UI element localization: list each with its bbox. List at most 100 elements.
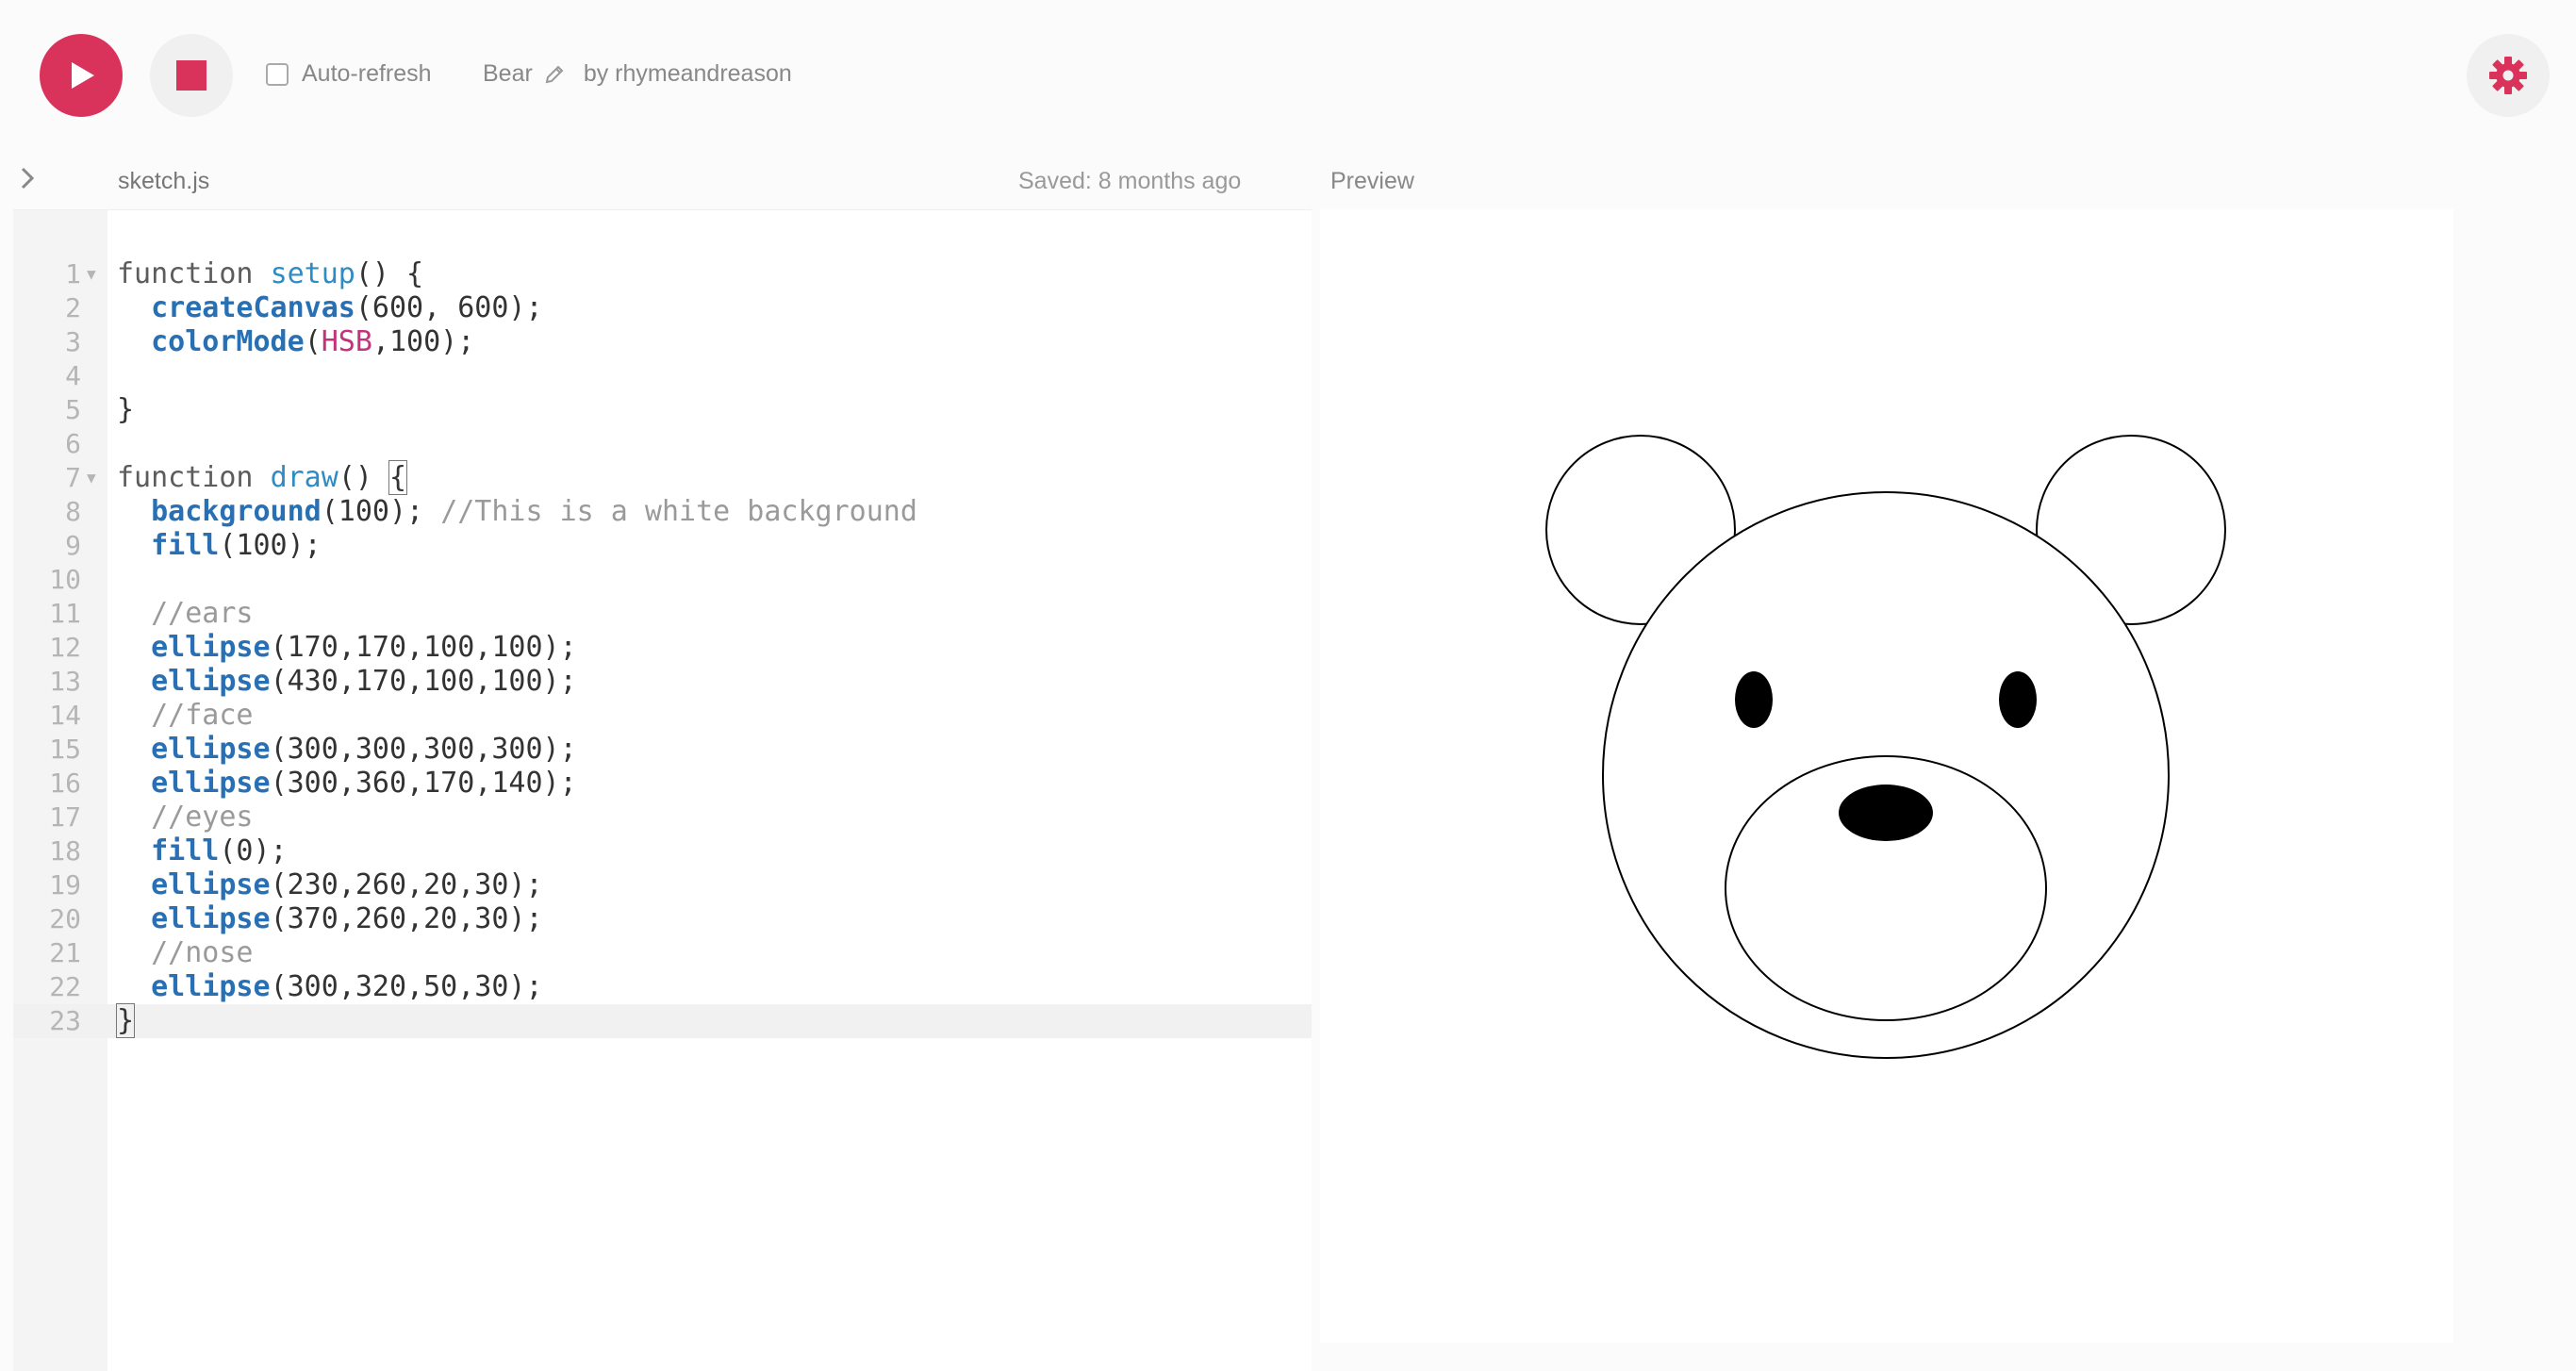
line-number: 15: [49, 734, 81, 765]
line-number: 7: [65, 462, 81, 493]
code-text: ellipse(300,360,170,140);: [117, 767, 577, 801]
stop-icon: [176, 60, 206, 91]
code-line[interactable]: 12 ellipse(170,170,100,100);: [13, 631, 1312, 665]
code-token: (230,260,20,30);: [270, 868, 543, 901]
code-text: //ears: [117, 597, 253, 631]
auto-refresh-toggle[interactable]: Auto-refresh: [266, 60, 432, 88]
line-number: 12: [49, 632, 81, 663]
preview-canvas[interactable]: [1320, 209, 2453, 1343]
code-text: ellipse(430,170,100,100);: [117, 665, 577, 699]
code-token: function: [117, 461, 271, 494]
code-line[interactable]: 18 fill(0);: [13, 834, 1312, 868]
sketch-name[interactable]: Bear: [483, 60, 533, 88]
auto-refresh-checkbox[interactable]: [266, 62, 289, 86]
line-number: 11: [49, 598, 81, 629]
code-token: ellipse: [151, 733, 271, 766]
code-line[interactable]: 4: [13, 359, 1312, 393]
saved-status: Saved: 8 months ago: [1018, 168, 1242, 194]
line-number: 6: [65, 428, 81, 459]
code-line[interactable]: 14 //face: [13, 699, 1312, 733]
code-line[interactable]: 3 colorMode(HSB,100);: [13, 325, 1312, 359]
code-line[interactable]: 10: [13, 563, 1312, 597]
fold-arrow-icon[interactable]: ▼: [87, 257, 96, 291]
code-line[interactable]: 5}: [13, 393, 1312, 427]
code-line[interactable]: 6: [13, 427, 1312, 461]
line-number: 3: [65, 326, 81, 357]
code-token: (170,170,100,100);: [270, 631, 577, 664]
line-number: 10: [49, 564, 81, 595]
bear-drawing: [1545, 435, 2226, 1059]
code-line[interactable]: 20 ellipse(370,260,20,30);: [13, 902, 1312, 936]
code-token: (300,300,300,300);: [270, 733, 577, 766]
code-line[interactable]: 2 createCanvas(600, 600);: [13, 291, 1312, 325]
code-line[interactable]: 7 ▼ function draw() {: [13, 460, 1312, 495]
line-number: 4: [65, 360, 81, 391]
chevron-right-icon[interactable]: [17, 164, 40, 192]
line-number: 9: [65, 530, 81, 561]
code-line[interactable]: 1 ▼ function setup() {: [13, 257, 1312, 291]
file-tab[interactable]: sketch.js: [118, 168, 209, 195]
line-number: 20: [49, 903, 81, 934]
code-token: ,100);: [372, 325, 475, 358]
line-number: 13: [49, 666, 81, 697]
code-text: createCanvas(600, 600);: [117, 291, 543, 325]
code-token: }: [115, 1003, 136, 1038]
code-line[interactable]: 21 //nose: [13, 936, 1312, 970]
code-text: //face: [117, 699, 253, 733]
code-token: (600, 600);: [355, 291, 543, 324]
code-text: }: [117, 393, 134, 427]
sketch-title: Bear by rhymeandreason: [483, 60, 792, 88]
code-text: colorMode(HSB,100);: [117, 325, 474, 359]
code-token: setup: [270, 257, 355, 290]
code-text: ellipse(230,260,20,30);: [117, 868, 543, 902]
code-line[interactable]: 19 ellipse(230,260,20,30);: [13, 868, 1312, 902]
pencil-icon[interactable]: [544, 64, 565, 85]
code-token: ellipse: [151, 767, 271, 800]
line-number: 22: [49, 971, 81, 1002]
sketch-author[interactable]: by rhymeandreason: [584, 60, 792, 88]
code-token: fill: [151, 834, 220, 867]
fold-arrow-icon[interactable]: ▼: [87, 461, 96, 495]
auto-refresh-label: Auto-refresh: [302, 60, 432, 87]
code-line[interactable]: 22 ellipse(300,320,50,30);: [13, 970, 1312, 1004]
line-number: 8: [65, 496, 81, 527]
nose: [1839, 785, 1933, 841]
code-line[interactable]: 16 ellipse(300,360,170,140);: [13, 767, 1312, 801]
code-token: ellipse: [151, 868, 271, 901]
code-token: (300,320,50,30);: [270, 970, 543, 1003]
play-button[interactable]: [40, 34, 123, 117]
code-line[interactable]: 11 //ears: [13, 597, 1312, 631]
code-line[interactable]: 9 fill(100);: [13, 529, 1312, 563]
code-line[interactable]: 13 ellipse(430,170,100,100);: [13, 665, 1312, 699]
left-eye: [1735, 671, 1773, 728]
code-line[interactable]: 8 background(100); //This is a white bac…: [13, 495, 1312, 529]
code-editor[interactable]: 1 ▼ function setup() {2 createCanvas(600, …: [13, 209, 1312, 1371]
code-token: (300,360,170,140);: [270, 767, 577, 800]
play-icon: [72, 62, 94, 89]
code-line[interactable]: 15 ellipse(300,300,300,300);: [13, 733, 1312, 767]
code-text: //eyes: [117, 801, 253, 834]
code-text: fill(100);: [117, 529, 322, 563]
code-text: function draw() {: [117, 460, 408, 495]
settings-button[interactable]: [2467, 34, 2550, 117]
line-number: 16: [49, 768, 81, 799]
stop-button[interactable]: [150, 34, 233, 117]
code-token: //nose: [151, 936, 254, 969]
code-line[interactable]: 23}: [13, 1003, 1312, 1038]
code-lines[interactable]: 1 ▼ function setup() {2 createCanvas(600, …: [13, 257, 1312, 1038]
code-line[interactable]: 17 //eyes: [13, 801, 1312, 834]
code-text: ellipse(300,320,50,30);: [117, 970, 543, 1004]
code-token: ellipse: [151, 631, 271, 664]
code-token: (430,170,100,100);: [270, 665, 577, 698]
